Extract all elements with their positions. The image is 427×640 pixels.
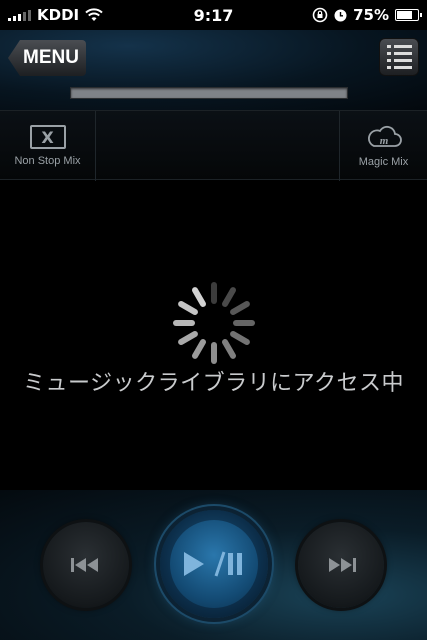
progress-bar[interactable]: [70, 87, 348, 99]
spinner-spoke: [178, 331, 198, 345]
play-pause-button[interactable]: [160, 510, 268, 618]
spinner-spoke: [222, 287, 236, 307]
nonstop-mix-button[interactable]: X Non Stop Mix: [0, 111, 96, 181]
main-content: ミュージックライブラリにアクセス中: [0, 181, 427, 490]
svg-text:m: m: [379, 135, 388, 147]
previous-track-button[interactable]: [43, 522, 129, 608]
next-track-icon: [329, 558, 356, 572]
magic-mix-button[interactable]: m Magic Mix: [339, 111, 427, 181]
spinner-spoke: [192, 287, 206, 307]
carrier-name: KDDI: [37, 6, 80, 24]
next-track-button[interactable]: [298, 522, 384, 608]
loading-spinner-icon: [173, 282, 255, 364]
alarm-icon: [334, 9, 347, 21]
battery-icon: [395, 9, 422, 21]
spinner-spoke: [192, 339, 206, 359]
status-bar: KDDI 9:17 75%: [0, 0, 427, 30]
mode-bar: X Non Stop Mix m Magic Mix: [0, 110, 427, 181]
rotation-lock-icon: [312, 7, 328, 23]
menu-button[interactable]: MENU: [8, 40, 86, 76]
list-button[interactable]: [379, 38, 419, 76]
top-nav: MENU: [0, 30, 427, 110]
previous-track-icon: [71, 558, 98, 572]
status-right: 75%: [312, 6, 422, 24]
spinner-spoke: [178, 301, 198, 315]
spinner-spoke: [230, 331, 250, 345]
playback-controls: [0, 490, 427, 640]
battery-percent: 75%: [353, 6, 389, 24]
play-pause-inner: [170, 520, 258, 608]
magic-mix-icon: m: [367, 125, 402, 147]
play-pause-icon: [184, 551, 242, 577]
clock: 9:17: [193, 5, 234, 25]
nonstop-mix-label: Non Stop Mix: [14, 155, 81, 167]
loading-message: ミュージックライブラリにアクセス中: [23, 371, 404, 396]
status-left: KDDI: [8, 6, 103, 24]
spinner-spoke: [222, 339, 236, 359]
battery-level: [397, 11, 412, 19]
wifi-icon: [85, 8, 103, 21]
spinner-spoke: [230, 301, 250, 315]
magic-mix-label: Magic Mix: [358, 156, 409, 168]
signal-icon: [8, 9, 31, 21]
nonstop-mix-icon: X: [29, 125, 66, 149]
list-icon: [386, 45, 412, 69]
